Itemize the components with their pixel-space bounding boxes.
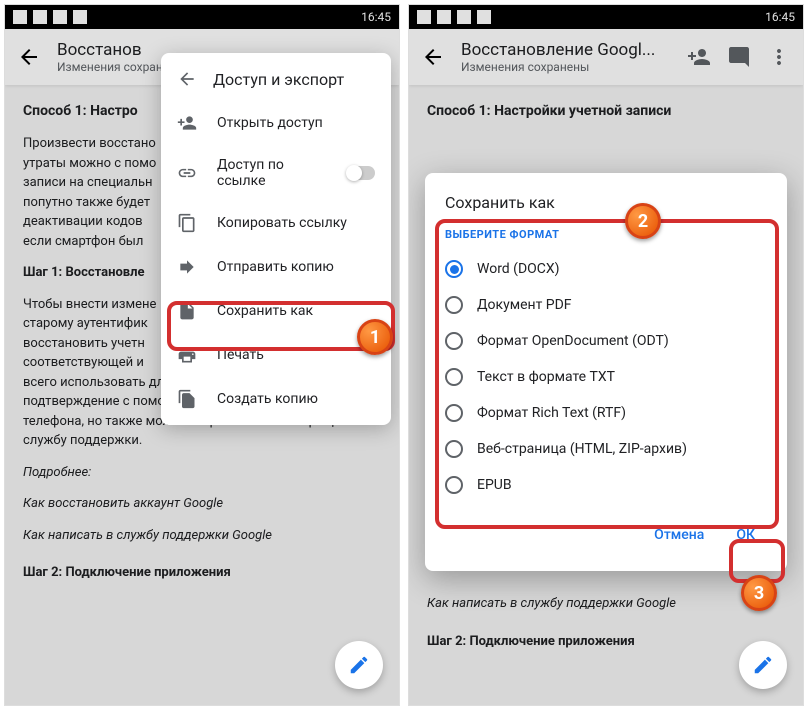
radio-option-rtf[interactable]: Формат Rich Text (RTF) bbox=[445, 395, 767, 431]
menu-item-link-access[interactable]: Доступ по ссылке bbox=[161, 145, 391, 201]
menu-item-label: Копировать ссылку bbox=[217, 215, 347, 231]
save-as-dialog: Сохранить как ВЫБЕРИТЕ ФОРМАТ Word (DOCX… bbox=[425, 173, 787, 571]
copy-icon bbox=[177, 213, 197, 233]
menu-item-label: Отправить копию bbox=[217, 259, 334, 275]
file-copy-icon bbox=[177, 389, 197, 409]
radio-label: Формат OpenDocument (ODT) bbox=[477, 333, 669, 349]
dialog-title: Сохранить как bbox=[445, 193, 767, 212]
menu-item-copy-link[interactable]: Копировать ссылку bbox=[161, 201, 391, 245]
menu-item-label: Открыть доступ bbox=[217, 115, 323, 131]
menu-header-label: Доступ и экспорт bbox=[213, 70, 344, 89]
forward-icon bbox=[177, 257, 197, 277]
ok-button[interactable]: ОК bbox=[724, 519, 767, 551]
edit-fab[interactable] bbox=[335, 641, 383, 689]
radio-label: Веб-страница (HTML, ZIP-архив) bbox=[477, 441, 687, 457]
menu-item-label: Печать bbox=[217, 347, 264, 363]
person-add-icon bbox=[177, 113, 197, 133]
menu-item-send-copy[interactable]: Отправить копию bbox=[161, 245, 391, 289]
print-icon bbox=[177, 345, 197, 365]
radio-option-html[interactable]: Веб-страница (HTML, ZIP-архив) bbox=[445, 431, 767, 467]
radio-icon bbox=[445, 440, 463, 458]
menu-item-share[interactable]: Открыть доступ bbox=[161, 101, 391, 145]
radio-icon bbox=[445, 476, 463, 494]
radio-icon bbox=[445, 260, 463, 278]
menu-item-save-as[interactable]: Сохранить как bbox=[161, 289, 391, 333]
menu-item-make-copy[interactable]: Создать копию bbox=[161, 377, 391, 421]
menu-item-label: Создать копию bbox=[217, 391, 318, 407]
radio-option-pdf[interactable]: Документ PDF bbox=[445, 287, 767, 323]
radio-label: Текст в формате TXT bbox=[477, 369, 615, 385]
radio-icon bbox=[445, 332, 463, 350]
share-export-menu: Доступ и экспорт Открыть доступ Доступ п… bbox=[161, 53, 391, 425]
radio-icon bbox=[445, 404, 463, 422]
radio-option-epub[interactable]: EPUB bbox=[445, 467, 767, 503]
phone-right: 16:45 Восстановление Googl... Изменения … bbox=[408, 4, 804, 706]
menu-item-print[interactable]: Печать bbox=[161, 333, 391, 377]
radio-label: Word (DOCX) bbox=[477, 261, 560, 277]
file-icon bbox=[177, 301, 197, 321]
link-icon bbox=[177, 163, 197, 183]
radio-option-txt[interactable]: Текст в формате TXT bbox=[445, 359, 767, 395]
radio-option-odt[interactable]: Формат OpenDocument (ODT) bbox=[445, 323, 767, 359]
edit-fab[interactable] bbox=[739, 641, 787, 689]
menu-item-label: Доступ по ссылке bbox=[217, 157, 327, 189]
radio-icon bbox=[445, 368, 463, 386]
menu-item-label: Сохранить как bbox=[217, 303, 313, 319]
radio-label: Формат Rich Text (RTF) bbox=[477, 405, 626, 421]
radio-icon bbox=[445, 296, 463, 314]
back-icon[interactable] bbox=[177, 69, 197, 89]
toggle-switch[interactable] bbox=[347, 166, 375, 180]
radio-label: EPUB bbox=[477, 477, 512, 493]
phone-left: 16:45 Восстанов Изменения сохранены Спос… bbox=[4, 4, 400, 706]
radio-option-docx[interactable]: Word (DOCX) bbox=[445, 251, 767, 287]
radio-label: Документ PDF bbox=[477, 297, 572, 313]
cancel-button[interactable]: Отмена bbox=[642, 519, 716, 551]
dialog-label: ВЫБЕРИТЕ ФОРМАТ bbox=[445, 228, 767, 241]
